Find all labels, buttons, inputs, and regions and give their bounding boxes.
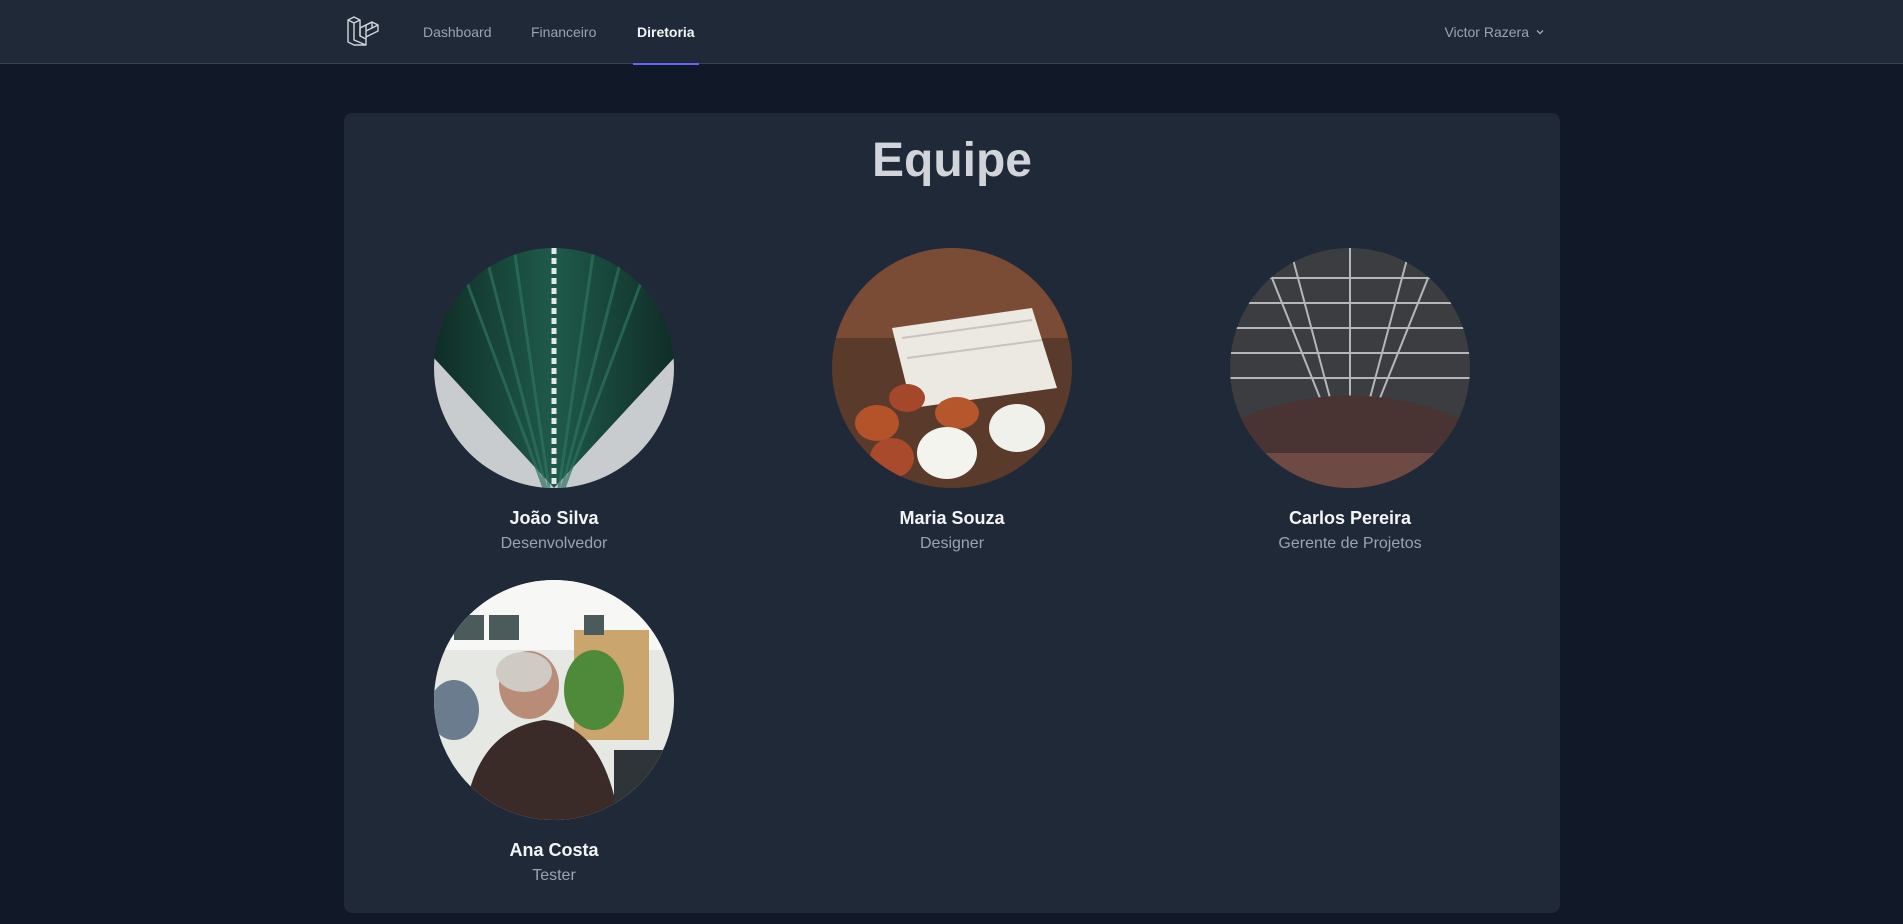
top-navbar: Dashboard Financeiro Diretoria Victor Ra… <box>0 0 1903 65</box>
member-photo <box>832 248 1072 488</box>
team-member-card: Maria Souza Designer <box>832 248 1072 553</box>
chevron-down-icon <box>1536 30 1544 35</box>
member-role: Designer <box>919 535 985 552</box>
member-role: Gerente de Projetos <box>1278 535 1422 552</box>
team-member-card: Ana Costa Tester <box>434 580 674 885</box>
page-title: Equipe <box>871 134 1032 187</box>
team-member-card: Carlos Pereira Gerente de Projetos <box>1230 248 1470 553</box>
member-photo <box>1230 248 1470 488</box>
nav-diretoria[interactable]: Diretoria <box>633 0 699 65</box>
member-photo <box>434 248 674 488</box>
member-photo <box>434 580 674 820</box>
member-name: Carlos Pereira <box>1288 508 1412 528</box>
nav-dashboard[interactable]: Dashboard <box>423 0 492 64</box>
user-name: Victor Razera <box>1444 24 1529 40</box>
laravel-logo-icon[interactable] <box>345 14 379 48</box>
nav-financeiro[interactable]: Financeiro <box>531 0 596 64</box>
member-role: Desenvolvedor <box>500 535 608 552</box>
user-menu-dropdown[interactable]: Victor Razera <box>1444 0 1545 64</box>
team-member-card: João Silva Desenvolvedor <box>434 248 674 553</box>
team-card: Equipe João Silva Desenvolvedor Maria So… <box>344 113 1560 913</box>
member-name: João Silva <box>509 508 599 528</box>
member-name: Ana Costa <box>509 840 599 860</box>
member-role: Tester <box>532 867 576 884</box>
member-name: Maria Souza <box>899 508 1005 528</box>
